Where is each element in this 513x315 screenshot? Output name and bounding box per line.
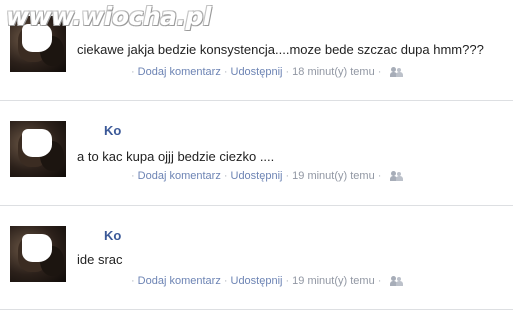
feed-post: Ko ide srac · Dodaj komentarz · Udostępnij ·… <box>0 206 513 310</box>
author-name[interactable]: Ko <box>104 228 121 243</box>
add-comment-link[interactable]: Dodaj komentarz <box>138 66 221 78</box>
post-meta: · Dodaj komentarz · Udostępnij · 19 minut(y) … <box>128 170 404 182</box>
timestamp[interactable]: 19 minut(y) temu <box>292 170 375 182</box>
people-icon[interactable] <box>390 170 404 182</box>
timestamp[interactable]: 18 minut(y) temu <box>292 66 375 78</box>
add-comment-link[interactable]: Dodaj komentarz <box>138 275 221 287</box>
avatar[interactable] <box>10 121 66 177</box>
wiocha-watermark: www.wiocha.pl <box>6 2 211 31</box>
post-meta: · Dodaj komentarz · Udostępnij · 19 minut(y) … <box>128 275 404 287</box>
divider <box>0 309 513 310</box>
share-link[interactable]: Udostępnij <box>231 66 283 78</box>
post-meta: · Dodaj komentarz · Udostępnij · 18 minut(y) … <box>128 66 404 78</box>
avatar[interactable] <box>10 226 66 282</box>
censor-mask <box>22 129 52 157</box>
add-comment-link[interactable]: Dodaj komentarz <box>138 170 221 182</box>
feed-post: Ko a to kac kupa ojjj bedzie ciezko ....… <box>0 101 513 206</box>
share-link[interactable]: Udostępnij <box>231 170 283 182</box>
post-message: ciekawe jakja bedzie konsystencja....moz… <box>77 42 484 57</box>
post-message: ide srac <box>77 252 123 267</box>
people-icon[interactable] <box>390 66 404 78</box>
people-icon[interactable] <box>390 275 404 287</box>
post-message: a to kac kupa ojjj bedzie ciezko .... <box>77 149 275 164</box>
share-link[interactable]: Udostępnij <box>231 275 283 287</box>
timestamp[interactable]: 19 minut(y) temu <box>292 275 375 287</box>
censor-mask <box>22 234 52 262</box>
author-name[interactable]: Ko <box>104 123 121 138</box>
